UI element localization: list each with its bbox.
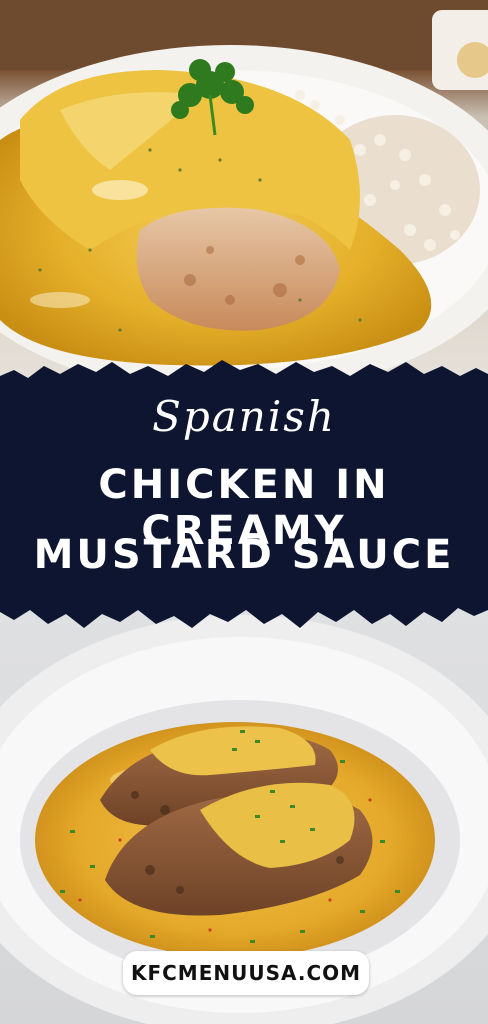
top-food-photo: [0, 0, 488, 390]
title-banner: Spanish CHICKEN IN CREAMY MUSTARD SAUCE: [0, 352, 488, 642]
website-badge: KFCMENUUSA.COM: [123, 951, 369, 995]
subtitle-spanish: Spanish: [152, 392, 336, 441]
title-line-2: MUSTARD SAUCE: [33, 532, 455, 578]
